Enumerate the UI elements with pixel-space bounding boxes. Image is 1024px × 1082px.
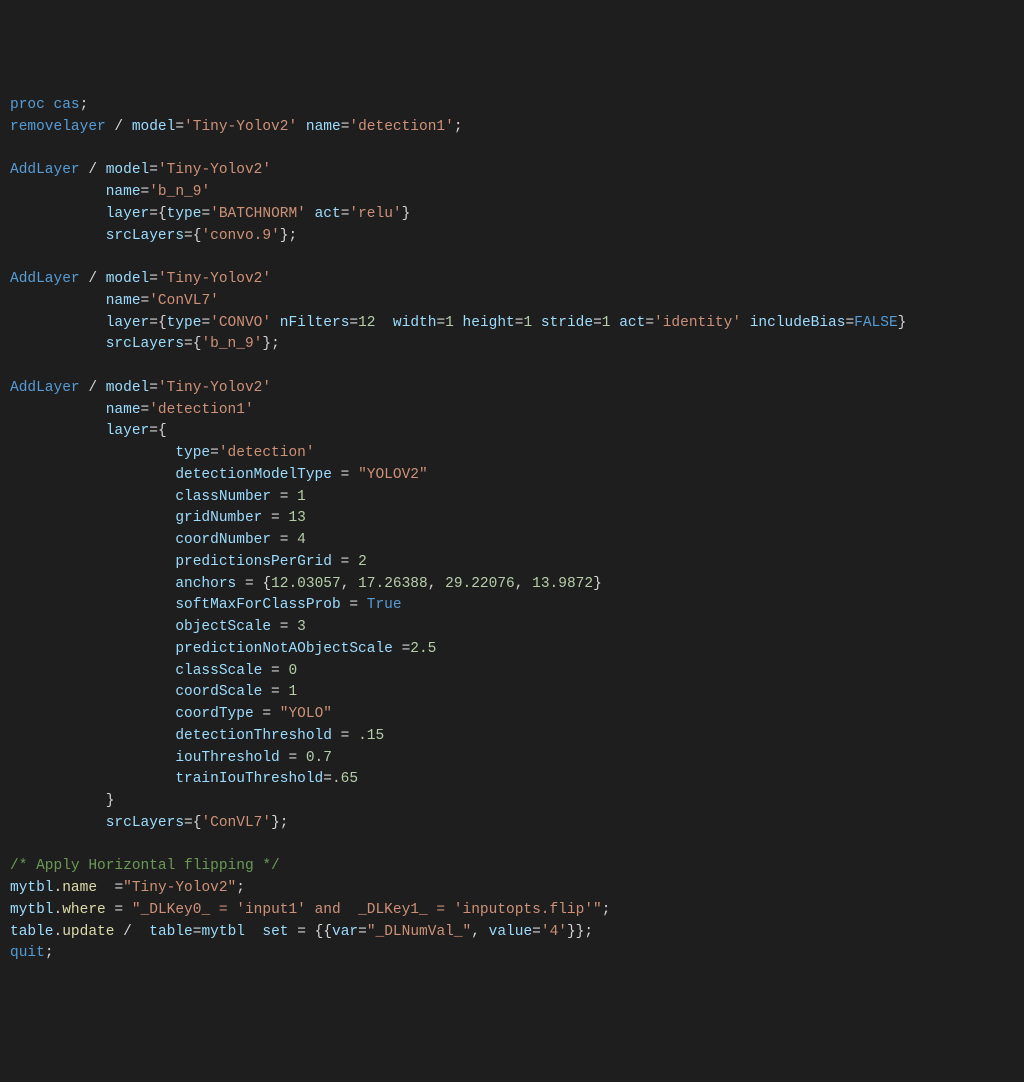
code-line: anchors = {12.03057, 17.26388, 29.22076,…: [10, 576, 602, 592]
code-line: layer={type='CONVO' nFilters=12 width=1 …: [10, 315, 906, 331]
code-line: srcLayers={'b_n_9'};: [10, 336, 280, 352]
code-line: coordType = "YOLO": [10, 706, 332, 722]
code-editor[interactable]: proc cas; removelayer / model='Tiny-Yolo…: [10, 95, 1014, 965]
code-line: proc cas;: [10, 97, 88, 113]
code-line: layer={type='BATCHNORM' act='relu'}: [10, 206, 410, 222]
code-line: detectionModelType = "YOLOV2": [10, 467, 428, 483]
code-line: AddLayer / model='Tiny-Yolov2': [10, 380, 271, 396]
code-line: coordNumber = 4: [10, 532, 306, 548]
code-line: gridNumber = 13: [10, 510, 306, 526]
code-line: mytbl.where = "_DLKey0_ = 'input1' and _…: [10, 902, 610, 918]
code-line: iouThreshold = 0.7: [10, 750, 332, 766]
code-line: predictionsPerGrid = 2: [10, 554, 367, 570]
code-line: AddLayer / model='Tiny-Yolov2': [10, 271, 271, 287]
code-line: name='b_n_9': [10, 184, 210, 200]
code-line: objectScale = 3: [10, 619, 306, 635]
code-line: /* Apply Horizontal flipping */: [10, 858, 280, 874]
code-line: srcLayers={'ConVL7'};: [10, 815, 288, 831]
code-line: AddLayer / model='Tiny-Yolov2': [10, 162, 271, 178]
code-line: classNumber = 1: [10, 489, 306, 505]
code-line: name='detection1': [10, 402, 254, 418]
code-line: mytbl.name ="Tiny-Yolov2";: [10, 880, 245, 896]
code-line: classScale = 0: [10, 663, 297, 679]
code-line: coordScale = 1: [10, 684, 297, 700]
code-line: trainIouThreshold=.65: [10, 771, 358, 787]
code-line: detectionThreshold = .15: [10, 728, 384, 744]
code-line: layer={: [10, 423, 167, 439]
code-line: }: [10, 793, 114, 809]
code-line: removelayer / model='Tiny-Yolov2' name='…: [10, 119, 463, 135]
code-line: predictionNotAObjectScale =2.5: [10, 641, 436, 657]
code-line: name='ConVL7': [10, 293, 219, 309]
code-line: type='detection': [10, 445, 315, 461]
code-line: quit;: [10, 945, 54, 961]
code-line: softMaxForClassProb = True: [10, 597, 402, 613]
code-line: srcLayers={'convo.9'};: [10, 228, 297, 244]
